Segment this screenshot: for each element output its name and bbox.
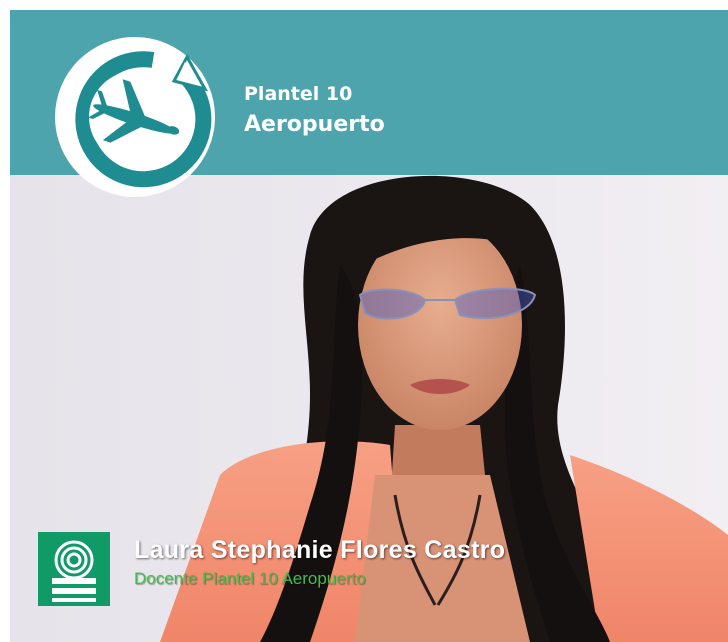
institution-spiral-logo-icon: [38, 532, 110, 606]
speaker-role: Docente Plantel 10 Aeropuerto: [134, 569, 366, 588]
campus-name-title: Aeropuerto: [244, 112, 385, 137]
airplane-cycle-icon: [55, 37, 215, 197]
campus-number-title: Plantel 10: [244, 83, 353, 105]
video-frame: Plantel 10 Aeropuerto Laura Stephanie Fl…: [10, 10, 728, 642]
video-scene: [10, 175, 728, 642]
speaker-name: Laura Stephanie Flores Castro: [134, 536, 506, 564]
